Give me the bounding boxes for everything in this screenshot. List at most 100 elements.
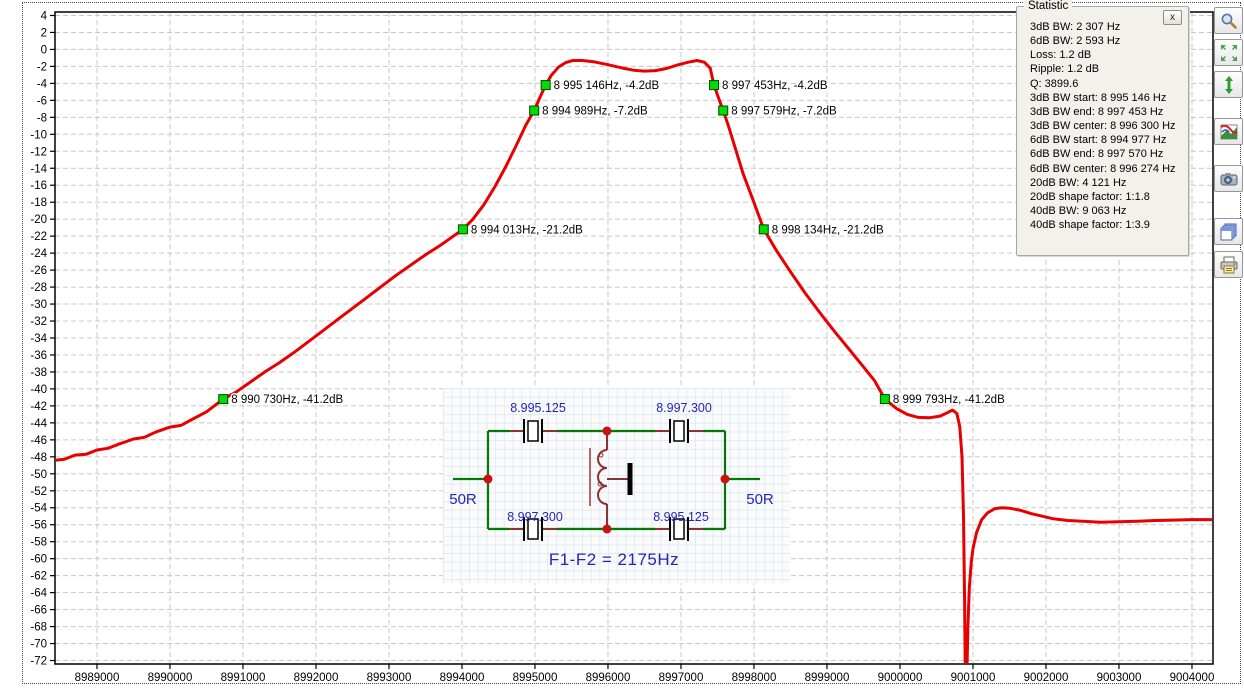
curve-marker[interactable] — [219, 395, 228, 404]
svg-text:-4: -4 — [37, 78, 48, 90]
svg-text:-62: -62 — [30, 571, 47, 583]
svg-text:9002000: 9002000 — [1024, 672, 1069, 684]
y-axis-labels: 4 2 0 -2 -4 -6 -8 -10 -12 -14 -16 -18 -20 -22 -24 -26 -2… — [30, 10, 47, 667]
x-axis-labels: 8989000899000089910008992000899300089940… — [75, 672, 1215, 684]
fit-screen-icon — [1220, 44, 1238, 62]
formula-label: F1-F2 = 2175Hz — [514, 553, 714, 567]
zoom-button[interactable] — [1214, 7, 1243, 34]
camera-icon — [1220, 170, 1238, 188]
crystal-label-top-right: 8.997.300 — [644, 401, 724, 415]
close-button[interactable]: x — [1163, 10, 1182, 25]
crystal-label-top-left: 8.995.125 — [498, 401, 578, 415]
printer-icon — [1220, 256, 1238, 274]
stat-6db-end: 6dB BW end: 8 997 570 Hz — [1030, 147, 1184, 161]
svg-text:-66: -66 — [30, 605, 47, 617]
svg-text:-48: -48 — [30, 452, 47, 464]
copy-icon — [1220, 223, 1238, 241]
fit-vertical-button[interactable] — [1214, 71, 1243, 98]
svg-text:8989000: 8989000 — [75, 672, 120, 684]
crystal-label-bottom-right: 8.995.125 — [641, 510, 721, 524]
svg-text:-64: -64 — [30, 588, 47, 600]
chart-icon — [1220, 123, 1238, 141]
chart-settings-button[interactable] — [1214, 118, 1243, 145]
stat-40db-bw: 40dB BW: 9 063 Hz — [1030, 204, 1184, 218]
svg-text:-8: -8 — [37, 112, 47, 124]
stat-3db-bw: 3dB BW: 2 307 Hz — [1030, 20, 1184, 34]
svg-text:8996000: 8996000 — [586, 672, 631, 684]
svg-text:-12: -12 — [30, 146, 47, 158]
stat-q: Q: 3899.6 — [1030, 77, 1184, 91]
curve-marker[interactable] — [458, 225, 467, 234]
curve-marker[interactable] — [719, 106, 728, 115]
svg-text:-50: -50 — [30, 469, 47, 481]
copy-button[interactable] — [1214, 218, 1243, 245]
svg-text:-60: -60 — [30, 554, 47, 566]
stat-40db-shape: 40dB shape factor: 1:3.9 — [1030, 218, 1184, 232]
svg-text:-26: -26 — [30, 265, 47, 277]
svg-text:9001000: 9001000 — [951, 672, 996, 684]
svg-text:8995000: 8995000 — [513, 672, 558, 684]
svg-text:-32: -32 — [30, 316, 47, 328]
svg-text:0: 0 — [41, 44, 47, 56]
marker-label: 8 995 146Hz, -4.2dB — [554, 80, 660, 92]
statistic-panel-title: Statistic — [1024, 0, 1072, 12]
print-button[interactable] — [1214, 251, 1243, 278]
stat-ripple: Ripple: 1.2 dB — [1030, 62, 1184, 76]
stat-loss: Loss: 1.2 dB — [1030, 48, 1184, 62]
svg-text:-36: -36 — [30, 350, 47, 362]
svg-text:-70: -70 — [30, 639, 47, 651]
svg-text:4: 4 — [41, 10, 48, 22]
impedance-label-right: 50R — [737, 493, 783, 507]
svg-text:8994000: 8994000 — [440, 672, 485, 684]
statistic-panel: Statistic x 3dB BW: 2 307 Hz 6dB BW: 2 5… — [1016, 6, 1189, 256]
stat-3db-start: 3dB BW start: 8 995 146 Hz — [1030, 91, 1184, 105]
curve-marker[interactable] — [530, 106, 539, 115]
svg-text:-30: -30 — [30, 299, 47, 311]
svg-text:-72: -72 — [30, 656, 47, 668]
svg-text:-16: -16 — [30, 180, 47, 192]
svg-text:2: 2 — [41, 27, 47, 39]
svg-text:8991000: 8991000 — [221, 672, 266, 684]
svg-text:9004000: 9004000 — [1170, 672, 1215, 684]
svg-text:-6: -6 — [37, 95, 47, 107]
marker-label: 8 990 730Hz, -41.2dB — [231, 394, 343, 406]
curve-marker[interactable] — [541, 81, 550, 90]
stat-6db-center: 6dB BW center: 8 996 274 Hz — [1030, 162, 1184, 176]
curve-marker[interactable] — [710, 81, 719, 90]
svg-text:-58: -58 — [30, 537, 47, 549]
zoom-icon — [1220, 12, 1238, 30]
marker-label: 8 994 989Hz, -7.2dB — [542, 106, 648, 118]
svg-text:-20: -20 — [30, 214, 47, 226]
svg-text:-34: -34 — [30, 333, 47, 345]
svg-text:-2: -2 — [37, 61, 47, 73]
svg-text:-18: -18 — [30, 197, 47, 209]
fit-vertical-icon — [1220, 76, 1238, 94]
svg-text:-38: -38 — [30, 367, 47, 379]
screenshot-button[interactable] — [1214, 165, 1243, 192]
curve-marker[interactable] — [880, 395, 889, 404]
stat-6db-bw: 6dB BW: 2 593 Hz — [1030, 34, 1184, 48]
svg-text:-28: -28 — [30, 282, 47, 294]
svg-text:8990000: 8990000 — [148, 672, 193, 684]
svg-text:-40: -40 — [30, 384, 47, 396]
svg-text:-24: -24 — [30, 248, 47, 260]
svg-text:-22: -22 — [30, 231, 47, 243]
svg-text:-10: -10 — [30, 129, 47, 141]
svg-text:8997000: 8997000 — [659, 672, 704, 684]
crystal-label-bottom-left: 8.997.300 — [495, 510, 575, 524]
svg-text:-52: -52 — [30, 486, 47, 498]
transformer-symbol — [590, 431, 630, 529]
svg-text:8998000: 8998000 — [732, 672, 777, 684]
svg-text:8992000: 8992000 — [294, 672, 339, 684]
fit-screen-button[interactable] — [1214, 39, 1243, 66]
stat-20db-bw: 20dB BW: 4 121 Hz — [1030, 176, 1184, 190]
marker-label: 8 994 013Hz, -21.2dB — [471, 224, 583, 236]
svg-text:-44: -44 — [30, 418, 47, 430]
svg-text:-14: -14 — [30, 163, 47, 175]
curve-marker[interactable] — [759, 225, 768, 234]
svg-text:-56: -56 — [30, 520, 47, 532]
impedance-label-left: 50R — [443, 493, 483, 507]
svg-text:-42: -42 — [30, 401, 47, 413]
svg-text:8999000: 8999000 — [805, 672, 850, 684]
stat-20db-shape: 20dB shape factor: 1:1.8 — [1030, 190, 1184, 204]
